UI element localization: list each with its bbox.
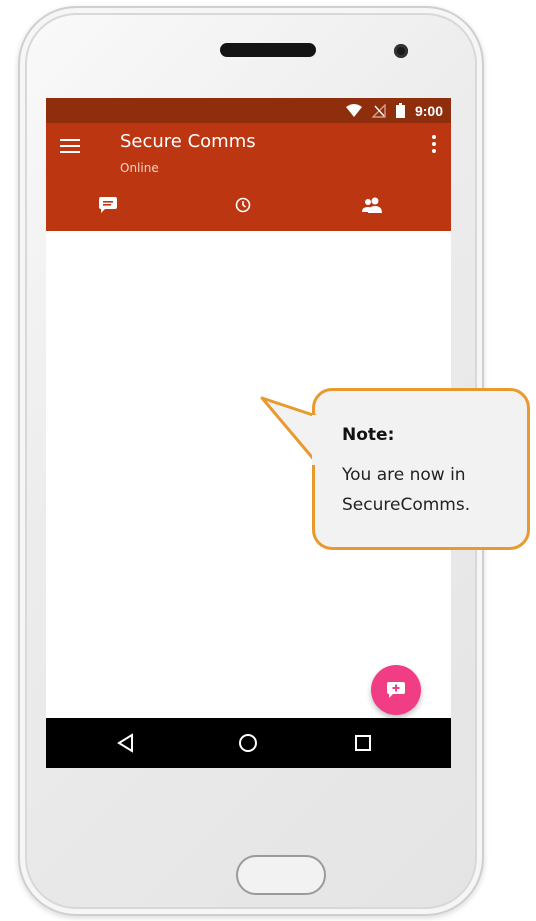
tab-contacts[interactable]	[358, 193, 386, 217]
front-camera	[394, 44, 408, 58]
wifi-icon	[345, 104, 362, 117]
earpiece-speaker	[220, 43, 316, 57]
back-icon[interactable]	[114, 731, 138, 755]
physical-home-button[interactable]	[236, 855, 326, 895]
new-chat-icon	[387, 682, 405, 698]
more-vert-icon[interactable]	[431, 135, 437, 155]
system-nav-bar	[46, 718, 451, 768]
no-signal-icon	[371, 103, 386, 118]
contacts-icon	[362, 197, 382, 213]
callout-title: Note:	[342, 425, 395, 445]
app-title: Secure Comms	[120, 131, 256, 152]
connection-status: Online	[120, 161, 159, 175]
status-bar: 9:00	[46, 98, 451, 123]
status-time: 9:00	[414, 102, 443, 119]
tab-chats[interactable]	[94, 193, 122, 217]
clock-icon	[235, 197, 251, 213]
home-icon[interactable]	[236, 731, 260, 755]
app-bar: Secure Comms Online	[46, 123, 451, 231]
tab-recent[interactable]	[229, 193, 257, 217]
hamburger-menu-icon[interactable]	[60, 139, 80, 153]
new-chat-button[interactable]	[371, 665, 421, 715]
recents-icon[interactable]	[351, 731, 375, 755]
callout-body: You are now in SecureComms.	[342, 465, 471, 515]
battery-icon	[395, 103, 405, 118]
chat-icon	[99, 197, 117, 213]
